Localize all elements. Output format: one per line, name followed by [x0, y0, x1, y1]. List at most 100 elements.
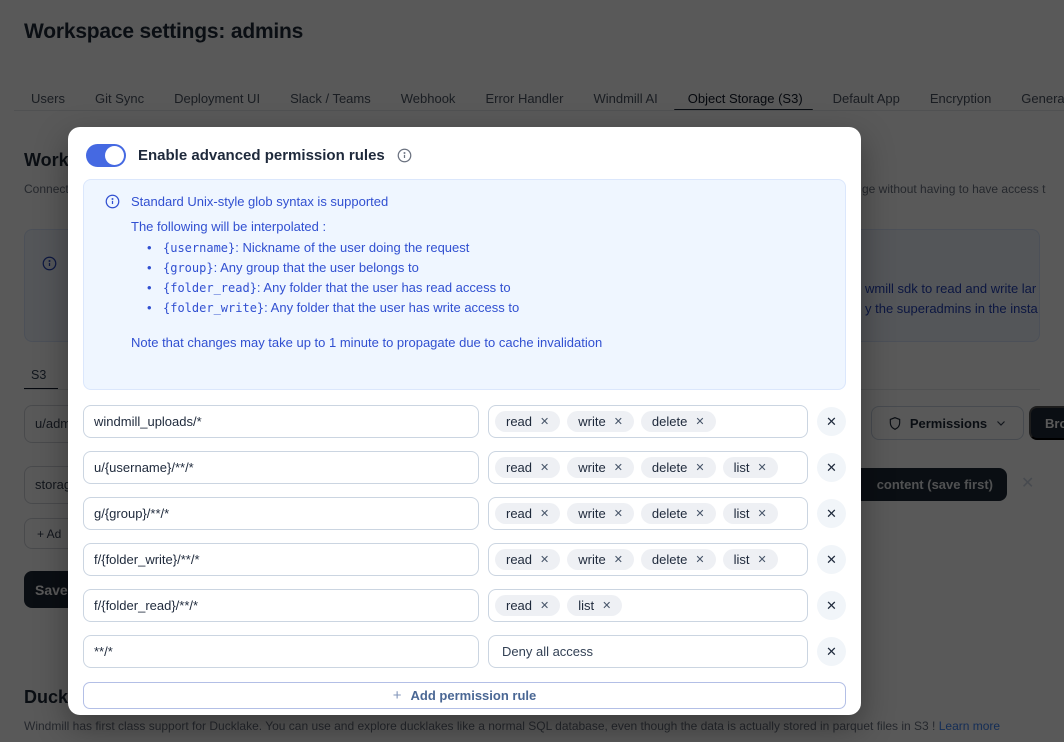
- remove-rule-button[interactable]: ✕: [817, 591, 846, 620]
- permission-rules-list: read✕write✕delete✕✕read✕write✕delete✕lis…: [83, 405, 846, 668]
- remove-permission-icon[interactable]: ✕: [757, 553, 766, 566]
- remove-permission-icon[interactable]: ✕: [540, 415, 549, 428]
- rule-path-input[interactable]: [83, 451, 479, 484]
- permission-tag-label: delete: [651, 414, 688, 429]
- interpolation-description: : Nickname of the user doing the request: [235, 240, 470, 255]
- remove-permission-icon[interactable]: ✕: [695, 507, 704, 520]
- remove-permission-icon[interactable]: ✕: [695, 461, 704, 474]
- interpolation-description: : Any folder that the user has read acce…: [256, 280, 511, 295]
- bullet-dot: •: [147, 300, 152, 315]
- rule-path-input[interactable]: [83, 543, 479, 576]
- permission-rule-row: read ✕ write ✕ delete ✕ list ✕ ✕: [83, 451, 846, 484]
- plus-icon: +: [392, 687, 402, 704]
- remove-permission-icon[interactable]: ✕: [614, 507, 623, 520]
- permission-tag-write: write ✕: [567, 411, 634, 432]
- remove-permission-icon[interactable]: ✕: [540, 507, 549, 520]
- permission-tag-list: list ✕: [722, 503, 778, 524]
- rule-path-input[interactable]: [83, 589, 479, 622]
- permission-tag-label: read: [506, 598, 533, 613]
- deny-all-access-label: Deny all access: [502, 644, 594, 659]
- permission-rule-row: read ✕ write ✕ delete ✕ list ✕ ✕: [83, 497, 846, 530]
- permission-tag-write: write ✕: [567, 503, 634, 524]
- rule-path-input[interactable]: [83, 497, 479, 530]
- permission-tag-label: list: [733, 552, 750, 567]
- permission-tag-label: write: [578, 414, 606, 429]
- bullet-dot: •: [147, 240, 152, 255]
- rule-permissions-box[interactable]: read ✕ write ✕ delete ✕ list ✕: [488, 451, 808, 484]
- permission-tag-read: read ✕: [495, 411, 561, 432]
- permission-tag-read: read ✕: [495, 457, 561, 478]
- info-icon: [397, 148, 412, 163]
- remove-permission-icon[interactable]: ✕: [757, 461, 766, 474]
- remove-permission-icon[interactable]: ✕: [540, 599, 549, 612]
- remove-rule-button[interactable]: ✕: [817, 453, 846, 482]
- remove-permission-icon[interactable]: ✕: [540, 553, 549, 566]
- permission-tag-label: read: [506, 552, 533, 567]
- permission-rule-row: Deny all access ✕: [83, 635, 846, 668]
- permission-tag-read: read ✕: [495, 595, 561, 616]
- rule-permissions-box[interactable]: read ✕ write ✕ delete ✕: [488, 405, 808, 438]
- interpolation-bullet: • {folder_write} : Any folder that the us…: [147, 298, 829, 318]
- remove-permission-icon[interactable]: ✕: [540, 461, 549, 474]
- remove-rule-button[interactable]: ✕: [817, 407, 846, 436]
- permission-rule-row: read ✕ list ✕ ✕: [83, 589, 846, 622]
- rule-permissions-box[interactable]: read ✕ list ✕: [488, 589, 808, 622]
- interpolation-token: {username}: [163, 241, 236, 255]
- remove-permission-icon[interactable]: ✕: [695, 415, 704, 428]
- permission-tag-label: list: [733, 460, 750, 475]
- permission-tag-label: write: [578, 460, 606, 475]
- remove-rule-button[interactable]: ✕: [817, 499, 846, 528]
- remove-rule-button[interactable]: ✕: [817, 545, 846, 574]
- permission-tag-read: read ✕: [495, 503, 561, 524]
- permission-tag-label: delete: [651, 552, 688, 567]
- permission-tag-label: read: [506, 460, 533, 475]
- glob-syntax-info-box: Standard Unix-style glob syntax is suppo…: [83, 179, 846, 390]
- remove-permission-icon[interactable]: ✕: [614, 553, 623, 566]
- permission-tag-label: read: [506, 506, 533, 521]
- permission-tag-list: list ✕: [722, 457, 778, 478]
- toggle-knob: [105, 145, 124, 165]
- info-box-note: Note that changes may take up to 1 minut…: [131, 335, 603, 350]
- remove-permission-icon[interactable]: ✕: [602, 599, 611, 612]
- permission-tag-list: list ✕: [567, 595, 623, 616]
- rule-path-input[interactable]: [83, 405, 479, 438]
- permission-tag-label: delete: [651, 460, 688, 475]
- interpolation-token: {group}: [163, 261, 214, 275]
- permission-tag-label: write: [578, 506, 606, 521]
- remove-permission-icon[interactable]: ✕: [614, 415, 623, 428]
- permission-tag-write: write ✕: [567, 549, 634, 570]
- interpolation-token: {folder_write}: [163, 301, 265, 315]
- permission-rule-row: read ✕ write ✕ delete ✕ ✕: [83, 405, 846, 438]
- interpolation-description: : Any folder that the user has write acc…: [264, 300, 520, 315]
- rule-path-input[interactable]: [83, 635, 479, 668]
- permission-tag-list: list ✕: [722, 549, 778, 570]
- rule-permissions-box[interactable]: Deny all access: [488, 635, 808, 668]
- interpolation-bullet-list: • {username} : Nickname of the user doing…: [147, 238, 829, 318]
- permission-tag-delete: delete ✕: [640, 411, 716, 432]
- remove-permission-icon[interactable]: ✕: [695, 553, 704, 566]
- permission-tag-label: list: [578, 598, 595, 613]
- interpolation-bullet: • {username} : Nickname of the user doing…: [147, 238, 829, 258]
- permission-tag-label: write: [578, 552, 606, 567]
- permission-tag-read: read ✕: [495, 549, 561, 570]
- remove-permission-icon[interactable]: ✕: [614, 461, 623, 474]
- remove-rule-button[interactable]: ✕: [817, 637, 846, 666]
- remove-permission-icon[interactable]: ✕: [757, 507, 766, 520]
- interpolation-bullet: • {folder_read} : Any folder that the use…: [147, 278, 829, 298]
- permission-tag-delete: delete ✕: [640, 549, 716, 570]
- permission-tag-delete: delete ✕: [640, 503, 716, 524]
- rule-permissions-box[interactable]: read ✕ write ✕ delete ✕ list ✕: [488, 497, 808, 530]
- permission-tag-write: write ✕: [567, 457, 634, 478]
- enable-advanced-rules-toggle[interactable]: [86, 143, 126, 167]
- add-permission-rule-button[interactable]: + Add permission rule: [83, 682, 846, 709]
- toggle-label: Enable advanced permission rules: [138, 146, 385, 164]
- bullet-dot: •: [147, 260, 152, 275]
- bullet-dot: •: [147, 280, 152, 295]
- app-root: Workspace settings: admins UsersGit Sync…: [0, 0, 1064, 742]
- info-box-title: Standard Unix-style glob syntax is suppo…: [131, 194, 389, 209]
- advanced-permission-rules-modal: Enable advanced permission rules Standar…: [68, 127, 861, 715]
- interpolation-bullet: • {group} : Any group that the user belon…: [147, 258, 829, 278]
- permission-tag-delete: delete ✕: [640, 457, 716, 478]
- permission-tag-label: read: [506, 414, 533, 429]
- rule-permissions-box[interactable]: read ✕ write ✕ delete ✕ list ✕: [488, 543, 808, 576]
